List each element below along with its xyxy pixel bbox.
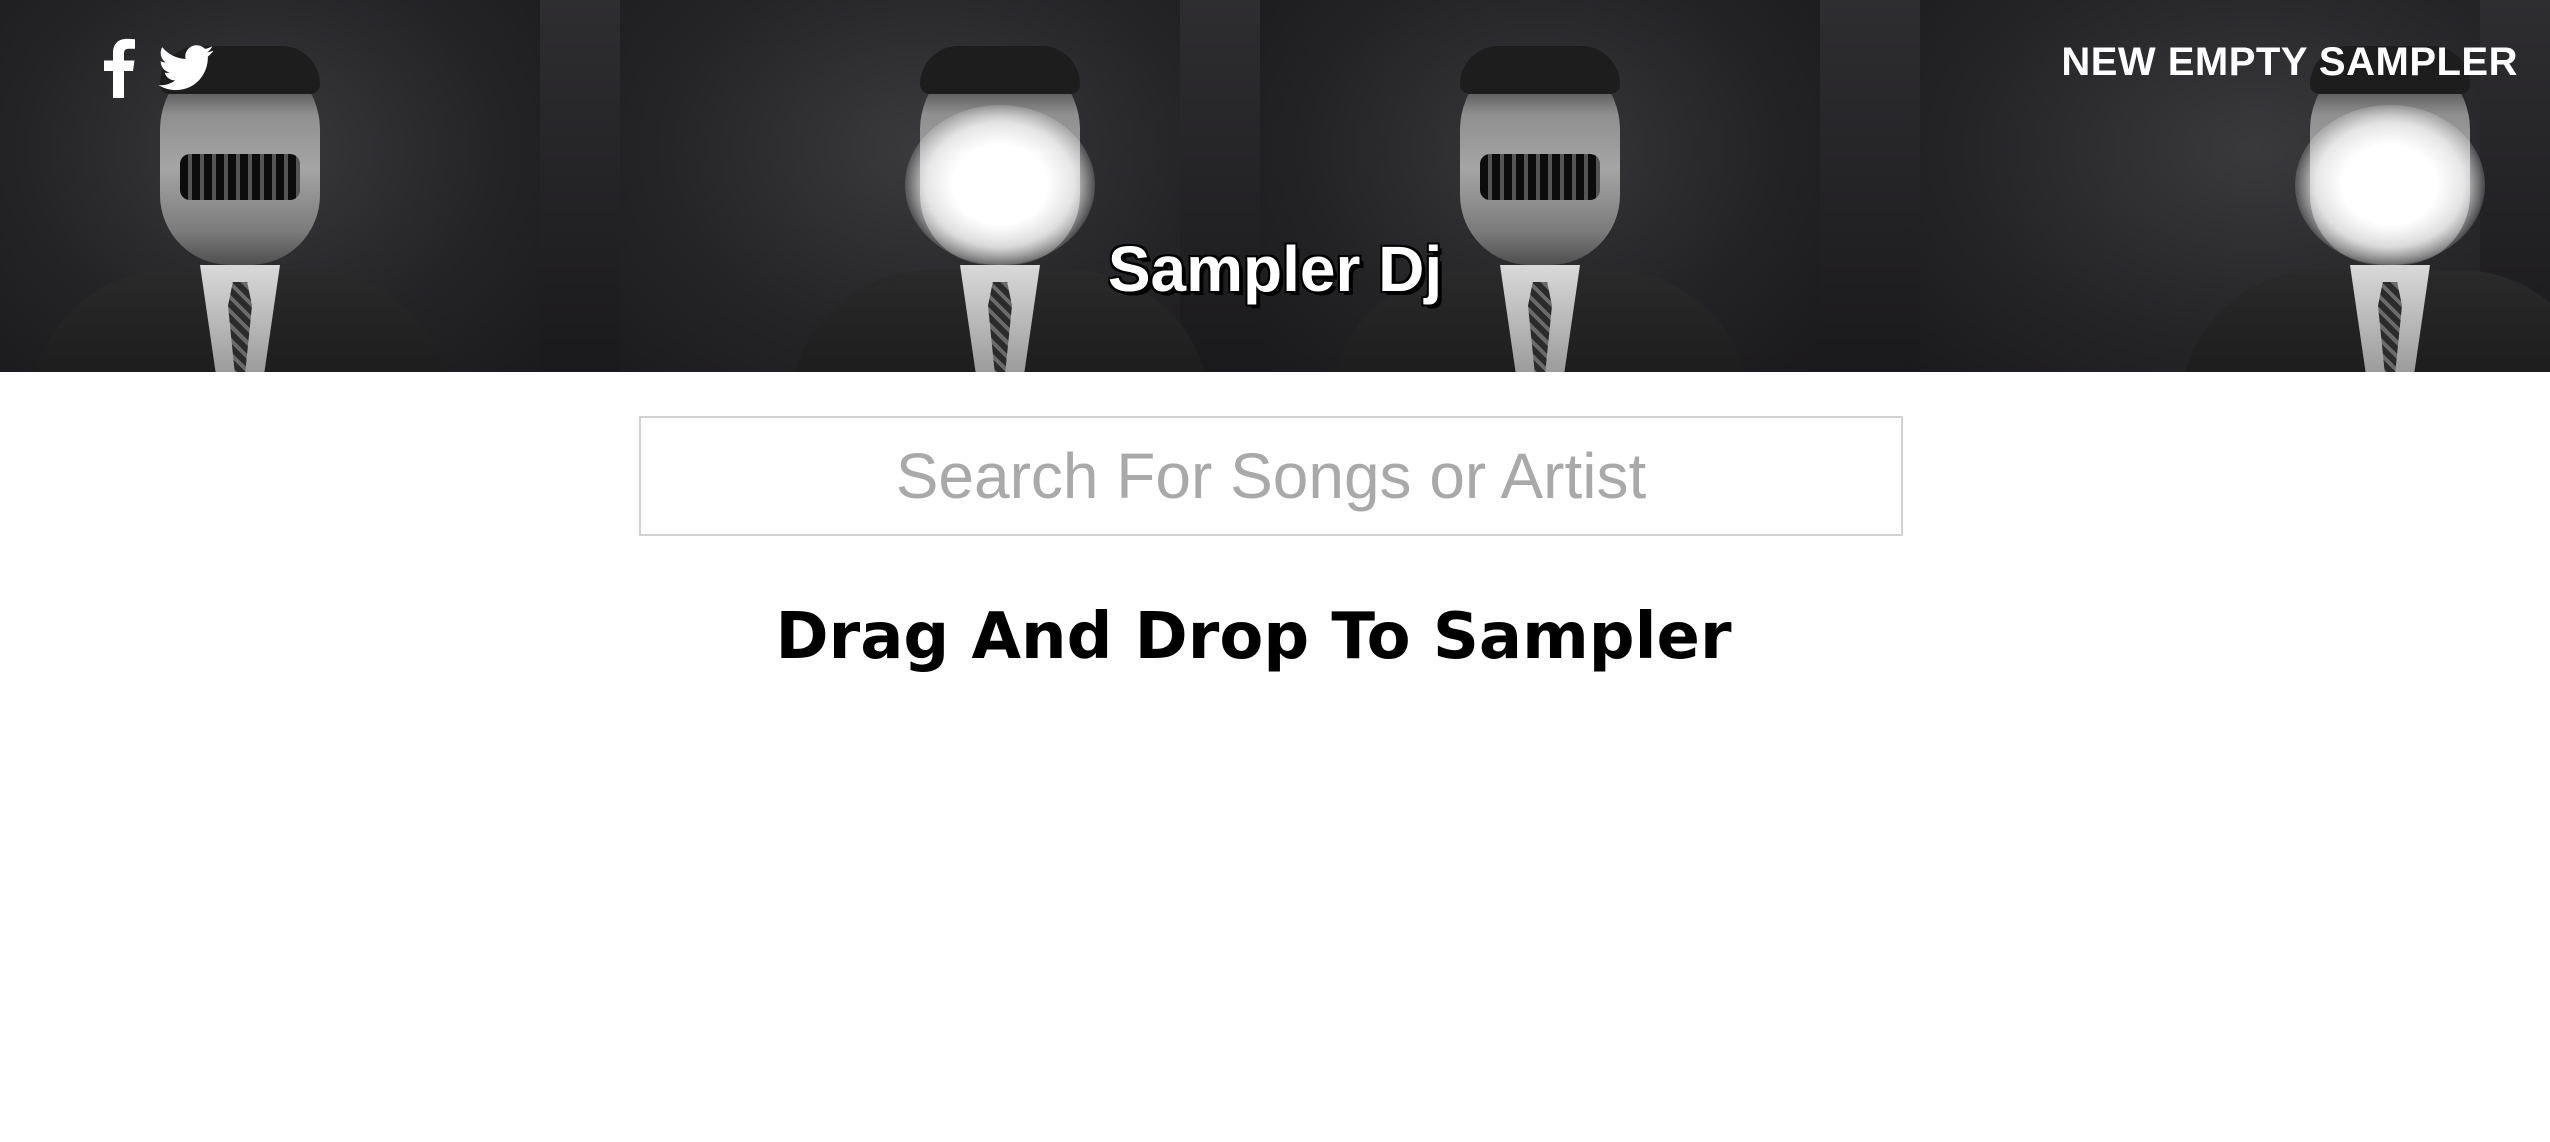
banner-figure [790, 46, 1210, 372]
banner-image-panel [1260, 0, 1820, 372]
banner-image-panel [0, 0, 540, 372]
header-banner: NEW EMPTY SAMPLER Sampler Dj [0, 0, 2550, 372]
drag-drop-heading: Drag And Drop To Sampler [775, 600, 1732, 674]
banner-figure [2180, 46, 2550, 372]
banner-figure [1330, 46, 1750, 372]
twitter-icon[interactable] [158, 45, 214, 96]
social-links [100, 38, 214, 103]
search-input[interactable] [639, 416, 1903, 536]
banner-image-panel [620, 0, 1210, 372]
new-empty-sampler-button[interactable]: NEW EMPTY SAMPLER [2061, 40, 2518, 85]
site-title: Sampler Dj [1107, 233, 1443, 305]
search-container [639, 416, 1903, 536]
facebook-icon[interactable] [100, 38, 138, 103]
